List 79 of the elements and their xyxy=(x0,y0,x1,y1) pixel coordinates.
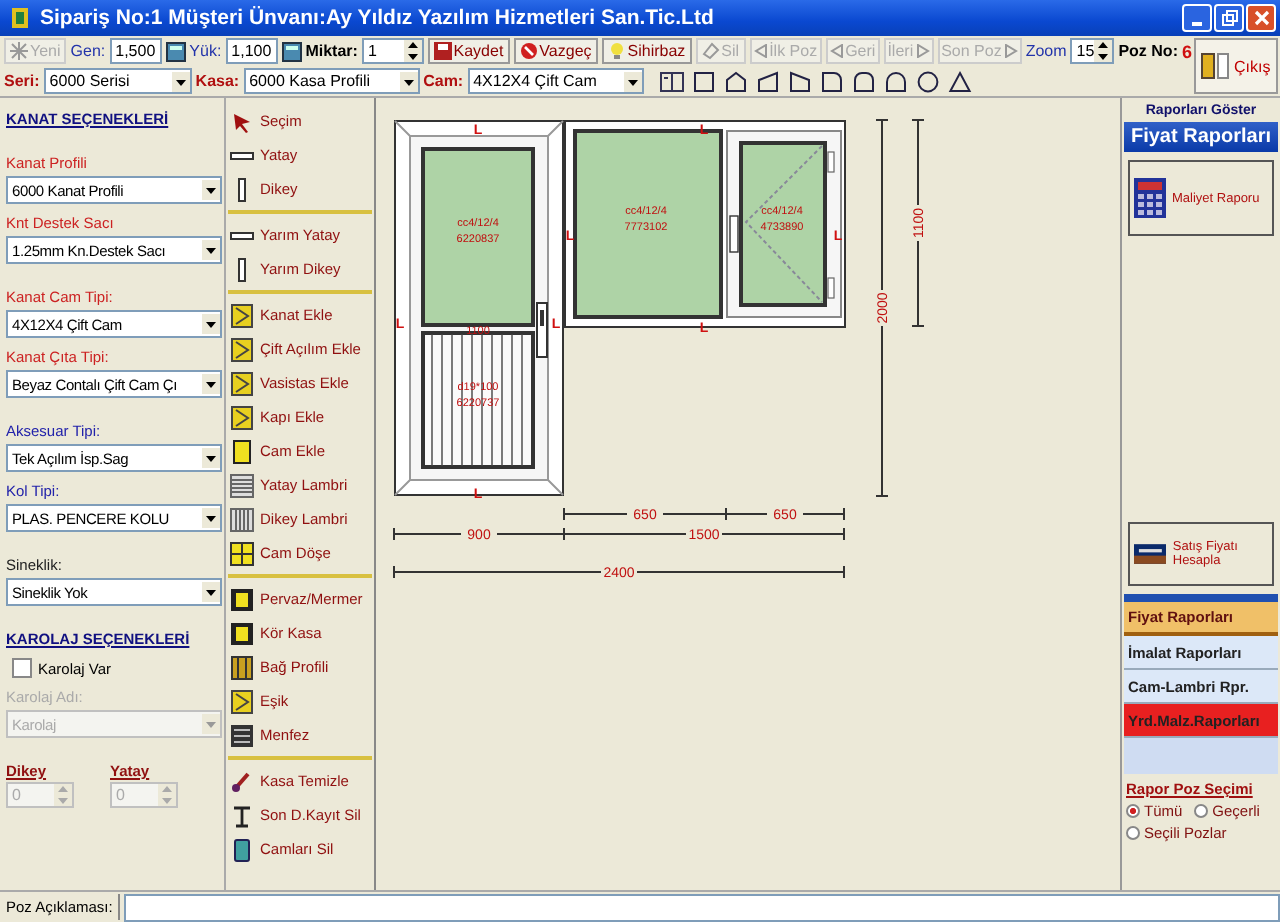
cancel-icon xyxy=(519,42,538,60)
frame-icon xyxy=(230,621,254,645)
bulb-icon xyxy=(607,42,626,60)
zoom-label: Zoom xyxy=(1025,42,1067,60)
quantity-spinner[interactable]: 1 xyxy=(361,38,424,64)
right-arrow-icon xyxy=(915,44,930,58)
glass-select[interactable]: 4X12X4 Çift Cam xyxy=(467,68,644,94)
arched-shape-icon[interactable] xyxy=(787,69,812,93)
card-icon xyxy=(1134,542,1167,566)
sash-icon xyxy=(230,405,254,429)
window-title: Sipariş No:1 Müşteri Ünvanı:Ay Yıldız Yazılım Hizmetleri San.Tic.Ltd xyxy=(40,6,714,30)
profile-icon xyxy=(230,655,254,679)
calculator-icon[interactable] xyxy=(281,41,302,61)
height-label: Yük: xyxy=(189,42,222,60)
left-arrow-icon xyxy=(829,44,844,58)
square-icon[interactable] xyxy=(691,69,716,93)
floppy-icon xyxy=(433,42,452,60)
radio-button[interactable] xyxy=(1126,804,1140,818)
grid-pane-icon xyxy=(230,541,254,565)
exit-button[interactable]: Çıkış xyxy=(1194,38,1278,94)
glass-pane-icon xyxy=(230,439,254,463)
cancel-button[interactable]: Vazgeç xyxy=(513,38,598,64)
minimize-button[interactable] xyxy=(1182,4,1212,32)
maximize-button[interactable] xyxy=(1214,4,1244,32)
position-label: Poz No: xyxy=(1118,42,1178,60)
sash-icon xyxy=(230,371,254,395)
sash-icon xyxy=(230,689,254,713)
position-number: 6 xyxy=(1181,41,1192,61)
app-icon xyxy=(8,6,32,30)
door-icon xyxy=(1200,50,1232,82)
restore-icon xyxy=(1221,10,1237,26)
frame-label: Kasa: xyxy=(195,72,240,90)
zoom-spinner[interactable]: 15 xyxy=(1070,38,1115,64)
sparkle-icon xyxy=(10,42,28,60)
series-select[interactable]: 6000 Serisi xyxy=(43,68,192,94)
height-field[interactable]: 1,100 xyxy=(225,38,278,64)
width-field[interactable]: 1,500 xyxy=(109,38,162,64)
wizard-button[interactable]: Sihirbaz xyxy=(601,38,692,64)
left-arrow-icon xyxy=(753,44,768,58)
brush-icon xyxy=(230,769,254,793)
bin-icon xyxy=(230,837,254,861)
triangle-icon[interactable] xyxy=(947,69,972,93)
calculator-icon[interactable] xyxy=(165,41,186,61)
spin-arrows-icon xyxy=(54,784,72,806)
quantity-label: Miktar: xyxy=(305,42,358,60)
right-arrow-icon xyxy=(1003,44,1018,58)
save-button[interactable]: Kaydet xyxy=(427,38,510,64)
circle-icon[interactable] xyxy=(915,69,940,93)
split-frame-icon[interactable] xyxy=(659,69,684,93)
checkbox[interactable] xyxy=(12,658,32,678)
horizontal-slats-icon xyxy=(230,473,254,497)
pointer-icon xyxy=(230,109,254,133)
vertical-slats-icon xyxy=(230,507,254,531)
arched-shape-icon[interactable] xyxy=(819,69,844,93)
radio-button[interactable] xyxy=(1194,804,1209,818)
frame-icon xyxy=(230,587,254,611)
sash-icon xyxy=(230,303,254,327)
series-label: Seri: xyxy=(4,72,40,90)
spin-arrows-icon xyxy=(1094,40,1113,62)
vent-icon xyxy=(230,723,254,747)
spin-arrows-icon xyxy=(403,40,422,62)
eraser-icon xyxy=(701,42,720,60)
calculator-icon xyxy=(1134,178,1166,218)
width-label: Gen: xyxy=(70,42,106,60)
sash-icon xyxy=(230,337,254,361)
arched-shape-icon[interactable] xyxy=(883,69,908,93)
position-description-field[interactable] xyxy=(124,893,1280,921)
glass-label: Cam: xyxy=(423,72,464,90)
price-reports-header: Fiyat Raporları xyxy=(1124,122,1278,152)
close-button[interactable] xyxy=(1246,4,1276,32)
splitter-handle[interactable] xyxy=(1124,594,1278,602)
close-icon xyxy=(1253,10,1269,26)
spin-arrows-icon xyxy=(158,784,176,806)
arched-shape-icon[interactable] xyxy=(851,69,876,93)
arched-shape-icon[interactable] xyxy=(723,69,748,93)
frame-select[interactable]: 6000 Kasa Profili xyxy=(243,68,420,94)
post-icon xyxy=(230,803,254,827)
arched-shape-icon[interactable] xyxy=(755,69,780,93)
radio-button[interactable] xyxy=(1126,826,1140,840)
